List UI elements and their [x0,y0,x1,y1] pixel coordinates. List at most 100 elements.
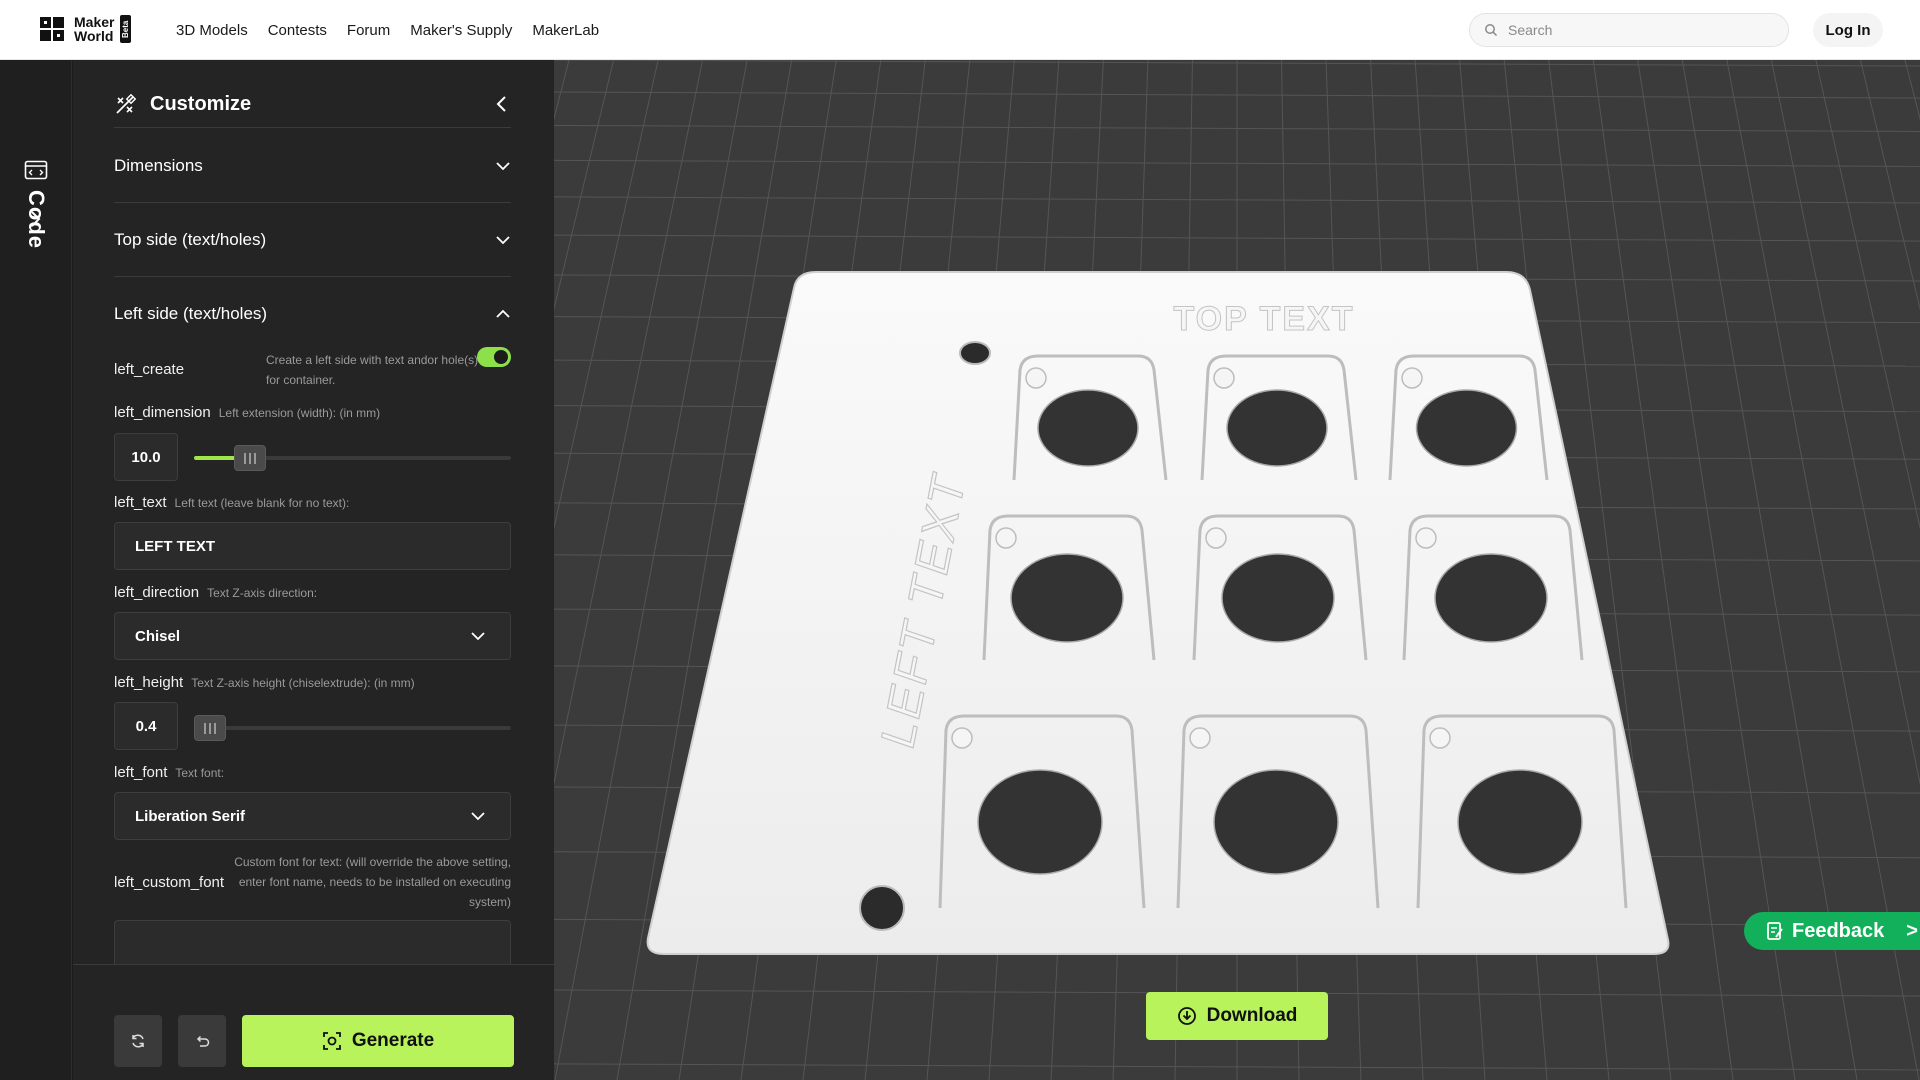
undo-icon [196,1035,210,1047]
generate-icon [322,1032,341,1050]
holder-small-hole [1429,727,1451,749]
refresh-button[interactable] [114,1015,162,1067]
logo-wordmark: Maker World [74,15,114,43]
left-height-slider-handle[interactable] [194,715,226,741]
left-direction-label: left_direction Text Z-axis direction: [114,584,317,601]
3d-viewport[interactable]: TOP TEXT LEFT TEXT [554,60,1920,1080]
section-left-side[interactable]: Left side (text/holes) [114,277,511,351]
left-height-value[interactable]: 0.4 [114,702,178,750]
holder-hole [1213,769,1339,875]
left-direction-select[interactable]: Chisel [114,612,511,660]
customize-panel: Customize Dimensions Top side (text/hole… [73,60,554,1080]
left-text-input[interactable]: LEFT TEXT [114,522,511,570]
left-text-label: left_text Left text (leave blank for no … [114,494,349,511]
left-height-label: left_height Text Z-axis height (chiselex… [114,674,415,691]
download-button[interactable]: Download [1146,992,1328,1040]
nav-3d-models[interactable]: 3D Models [176,22,248,39]
holder-small-hole [1415,527,1437,549]
nav-forum[interactable]: Forum [347,22,390,39]
left-direction-value: Chisel [135,627,181,645]
left-direction-desc: Text Z-axis direction: [207,586,318,600]
nav-contests[interactable]: Contests [268,22,327,39]
left-dimension-slider[interactable] [194,445,511,471]
holder-hole [1221,553,1335,643]
beta-badge: Beta [120,15,132,43]
left-rail: Code [0,60,72,1080]
feedback-arrow: > [1906,919,1918,942]
left-custom-font-name: left_custom_font [114,874,225,891]
undo-button[interactable] [178,1015,226,1067]
refresh-icon [132,1034,144,1048]
collapse-panel-icon[interactable] [495,94,509,114]
feedback-label: Feedback [1792,919,1885,942]
login-button[interactable]: Log In [1813,13,1883,47]
left-direction-name: left_direction [114,584,200,601]
left-create-label: left_create [114,361,184,378]
model-preview: TOP TEXT LEFT TEXT [646,271,1670,955]
nav-makers-supply[interactable]: Maker's Supply [410,22,512,39]
logo-cube-icon [40,17,64,41]
holder-hole [1457,769,1583,875]
expand-chevron-icon[interactable] [28,209,42,229]
left-text-value: LEFT TEXT [135,537,215,555]
left-font-value: Liberation Serif [135,807,246,825]
download-icon [1177,1007,1196,1025]
left-dimension-slider-handle[interactable] [234,445,266,471]
customize-icon [116,93,136,114]
left-create-desc: Create a left side with text andor hole(… [266,353,479,387]
chevron-down-icon [471,812,485,821]
section-left-side-label: Left side (text/holes) [114,304,268,323]
left-create-toggle[interactable] [477,347,511,367]
download-label: Download [1206,1005,1298,1026]
chevron-up-icon [496,309,510,318]
left-custom-font-desc: Custom font for text: (will override the… [234,855,511,909]
holder-small-hole [951,727,973,749]
holder-small-hole [1205,527,1227,549]
code-window-icon [24,160,48,180]
left-text-name: left_text [114,494,167,511]
search-bar[interactable] [1469,13,1789,47]
panel-footer: Generate [73,964,554,1080]
left-font-select[interactable]: Liberation Serif [114,792,511,840]
nav-makerlab[interactable]: MakerLab [532,22,599,39]
left-create-name: left_create [114,361,185,378]
search-input[interactable] [1508,22,1768,38]
panel-title: Customize [150,93,252,115]
holder-small-hole [1025,367,1047,389]
holder-hole [1226,389,1328,467]
holder-hole [1037,389,1139,467]
chevron-down-icon [496,235,510,244]
left-custom-font-input[interactable] [114,920,511,964]
logo-line-2: World [74,28,114,44]
model-top-text: TOP TEXT [1173,300,1354,338]
holder-small-hole [1401,367,1423,389]
section-top-side[interactable]: Top side (text/holes) [114,203,511,277]
search-icon [1485,24,1498,37]
generate-label: Generate [351,1030,435,1051]
holder-small-hole [1213,367,1235,389]
section-top-side-label: Top side (text/holes) [114,229,267,249]
top-navigation-bar: Maker World Beta 3D Models Contests Foru… [0,0,1920,60]
left-height-desc: Text Z-axis height (chiselextrude): (in … [191,676,415,690]
left-dimension-name: left_dimension [114,404,211,421]
section-dimensions-label: Dimensions [114,155,203,175]
holder-hole [1415,389,1518,467]
holder-small-hole [1189,727,1211,749]
left-height-slider[interactable] [194,715,511,741]
left-custom-font-label: left_custom_font [114,874,224,891]
left-dimension-desc: Left extension (width): (in mm) [218,406,381,420]
left-text-desc: Left text (leave blank for no text): [174,496,350,510]
left-dimension-value[interactable]: 10.0 [114,433,178,481]
feedback-icon [1767,922,1783,940]
left-font-label: left_font Text font: [114,764,224,781]
panel-header: Customize [114,82,511,128]
left-dimension-slider-fill [194,456,238,460]
chevron-down-icon [471,632,485,641]
section-dimensions[interactable]: Dimensions [114,129,511,203]
feedback-button[interactable]: Feedback > [1744,912,1920,950]
main-nav: 3D Models Contests Forum Maker's Supply … [176,0,599,60]
makerworld-logo[interactable]: Maker World Beta [38,14,132,44]
left-font-name: left_font [114,764,168,781]
generate-button[interactable]: Generate [242,1015,514,1067]
holder-small-hole [995,527,1017,549]
